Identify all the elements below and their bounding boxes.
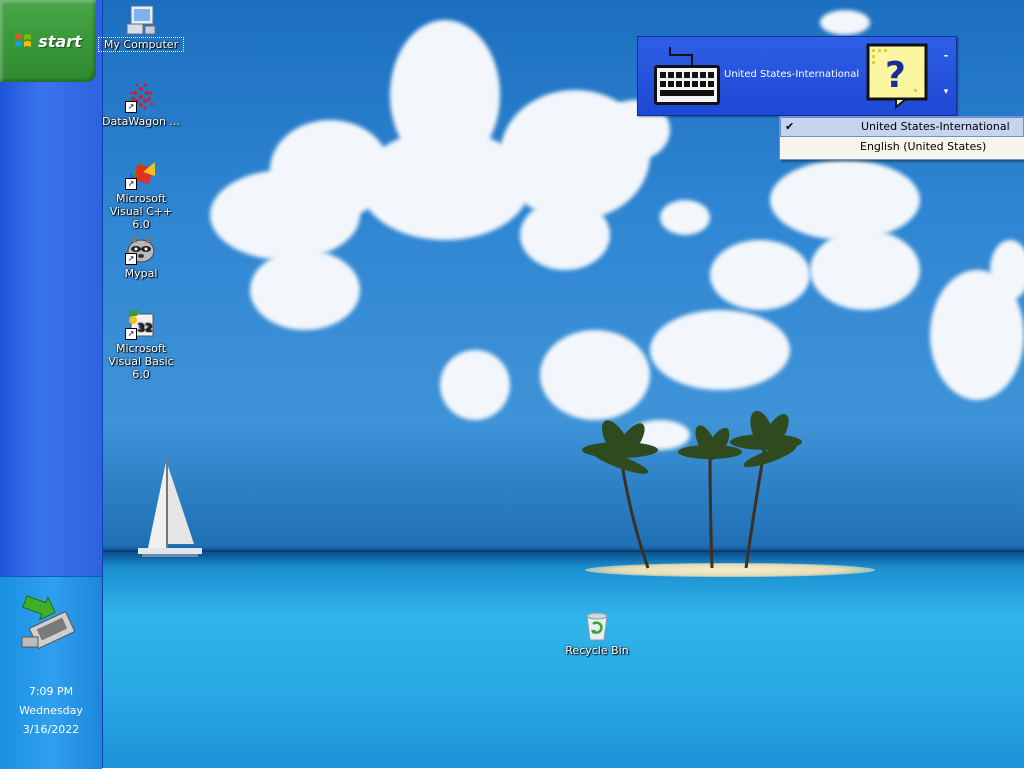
- desktop-icon-visual-basic[interactable]: 32 ↗ Microsoft Visual Basic 6.0: [99, 308, 183, 381]
- language-menu: ✔ United States-International English (U…: [779, 116, 1024, 160]
- svg-text:32: 32: [137, 321, 152, 334]
- clock-date: 3/16/2022: [22, 723, 80, 736]
- start-button[interactable]: start: [0, 0, 96, 82]
- shortcut-arrow-icon: ↗: [125, 101, 137, 113]
- clock-day: Wednesday: [19, 704, 83, 717]
- desktop-icon-label: Microsoft Visual Basic 6.0: [108, 342, 174, 381]
- desktop-icon-visual-cpp[interactable]: ↗ Microsoft Visual C++ 6.0: [99, 158, 183, 231]
- language-menu-item-label: United States-International: [861, 120, 1010, 133]
- shortcut-arrow-icon: ↗: [125, 253, 137, 265]
- shortcut-arrow-icon: ↗: [125, 328, 137, 340]
- palm-trees-image: [582, 410, 802, 569]
- svg-text:?: ?: [885, 55, 906, 96]
- desktop-icon-label: My Computer: [98, 37, 184, 52]
- recycle-bin-icon: [586, 612, 608, 641]
- network-connection-icon[interactable]: [18, 591, 82, 655]
- desktop-icon-my-computer[interactable]: My Computer: [98, 4, 184, 52]
- desktop-icon-mypal[interactable]: ↗ Mypal: [99, 233, 183, 280]
- desktop-icon-label: Recycle Bin: [565, 644, 629, 657]
- checkmark-icon: ✔: [785, 120, 795, 133]
- language-menu-item[interactable]: ✔ United States-International: [780, 117, 1024, 137]
- taskbar: start 7:09 PM Wednesday 3/16/2022: [0, 0, 103, 769]
- options-button[interactable]: ▾: [940, 87, 952, 97]
- desktop-icon-datawagon[interactable]: ↗ DataWagon ...: [99, 81, 183, 128]
- language-bar[interactable]: United States-International ? - ▾: [637, 36, 957, 116]
- system-tray: 7:09 PM Wednesday 3/16/2022: [0, 576, 102, 769]
- desktop-icon-label: DataWagon ...: [102, 115, 180, 128]
- clock-time[interactable]: 7:09 PM: [0, 685, 102, 698]
- language-bar-current-language: United States-International: [724, 69, 860, 80]
- minimize-button[interactable]: -: [940, 49, 952, 62]
- keyboard-icon: [654, 47, 720, 105]
- start-label: start: [38, 31, 82, 51]
- windows-logo-icon: [15, 34, 32, 47]
- language-menu-item-label: English (United States): [860, 140, 987, 153]
- desktop-icon-recycle-bin[interactable]: Recycle Bin: [555, 610, 639, 657]
- desktop-icon-label: Mypal: [124, 267, 158, 280]
- desktop-icon-label: Microsoft Visual C++ 6.0: [109, 192, 173, 231]
- computer-icon: [126, 5, 156, 35]
- sailboat-image: [138, 460, 202, 557]
- language-menu-item[interactable]: English (United States): [780, 137, 1024, 157]
- help-icon[interactable]: ?: [866, 43, 930, 109]
- shortcut-arrow-icon: ↗: [125, 178, 137, 190]
